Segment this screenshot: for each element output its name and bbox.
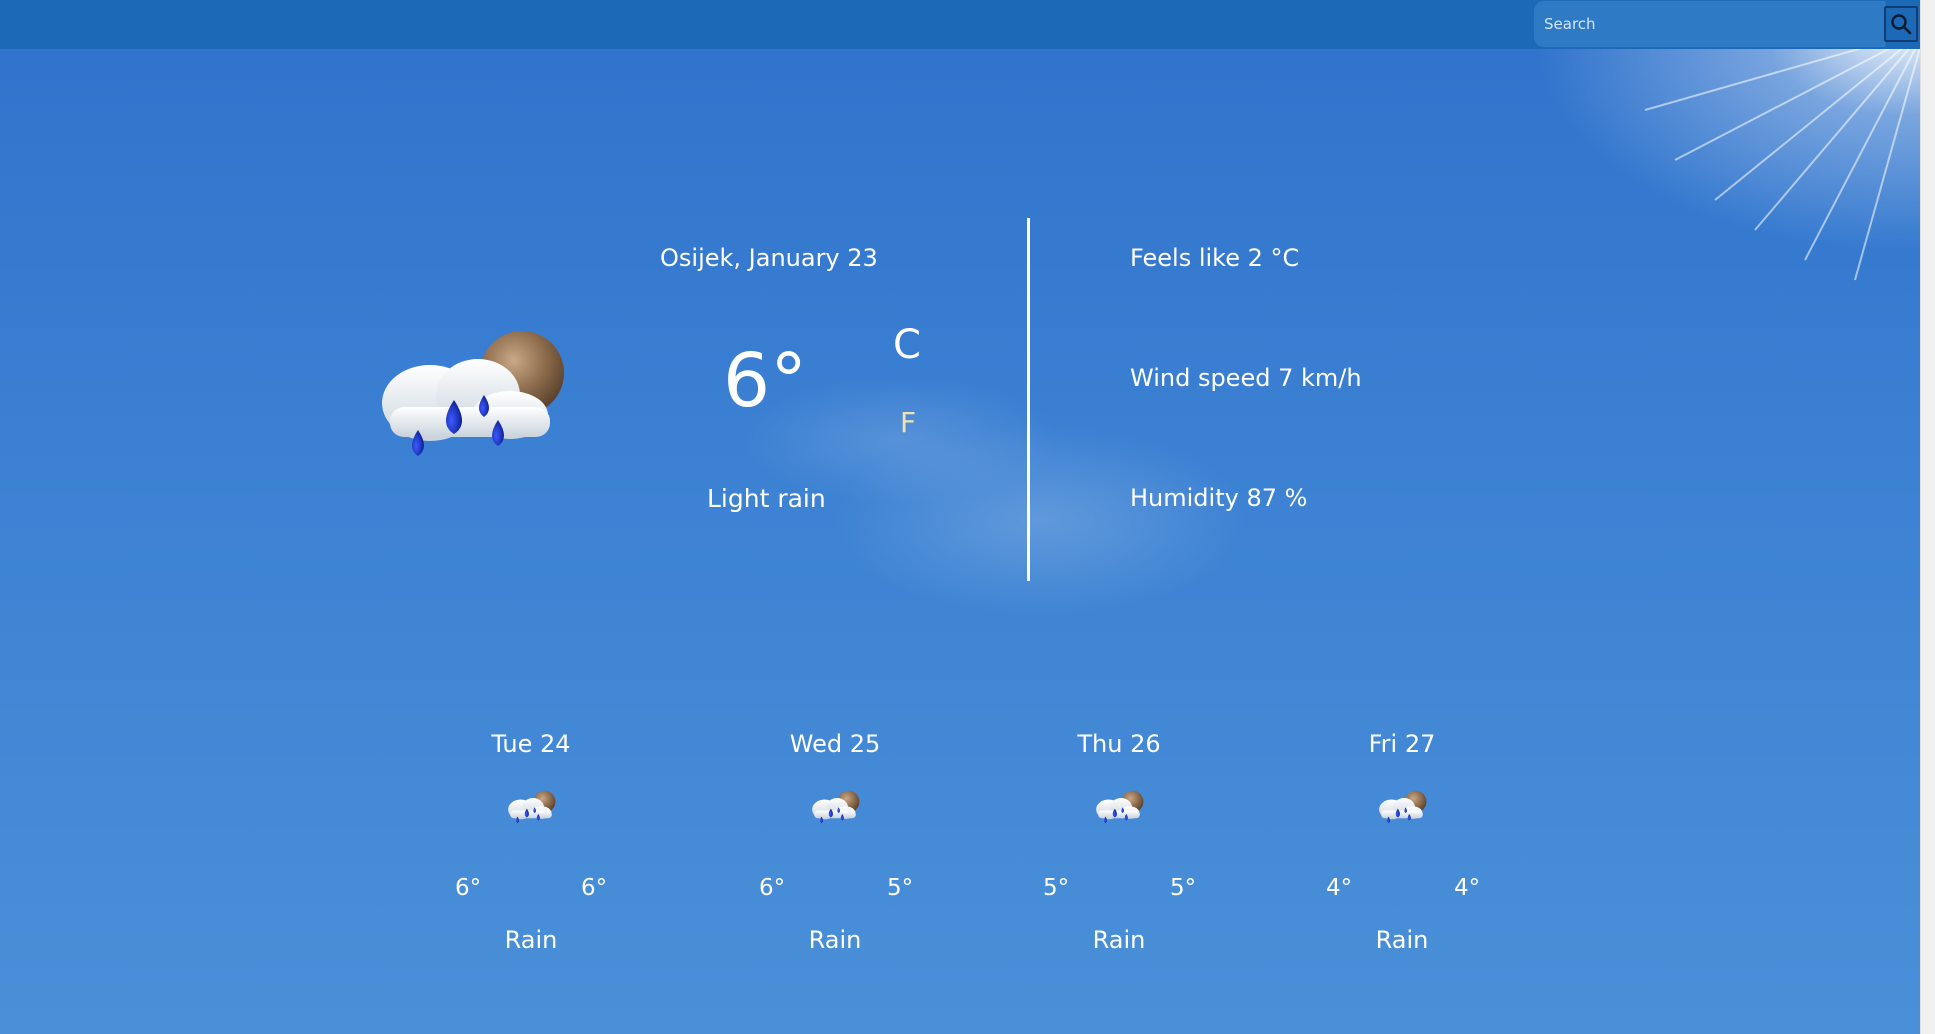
forecast-day-label: Thu 26 bbox=[1077, 730, 1161, 758]
search-input[interactable] bbox=[1534, 1, 1884, 47]
top-bar bbox=[0, 0, 1920, 49]
rain-cloud-moon-icon bbox=[1379, 790, 1427, 824]
forecast-high: 6° bbox=[455, 875, 482, 901]
current-description: Light rain bbox=[707, 484, 826, 513]
search-icon bbox=[1891, 14, 1912, 35]
current-temperature: 6° bbox=[723, 338, 808, 424]
scrollbar[interactable] bbox=[1920, 0, 1935, 1034]
rain-cloud-moon-icon bbox=[508, 790, 556, 824]
unit-fahrenheit-toggle[interactable]: F bbox=[900, 406, 916, 439]
forecast-low: 5° bbox=[887, 875, 914, 901]
forecast-description: Rain bbox=[1092, 926, 1146, 954]
forecast-day-label: Tue 24 bbox=[491, 730, 571, 758]
forecast-low: 6° bbox=[581, 875, 608, 901]
forecast-day-label: Wed 25 bbox=[789, 730, 881, 758]
feels-like: Feels like 2 °C bbox=[1130, 244, 1300, 272]
forecast-description: Rain bbox=[1375, 926, 1429, 954]
forecast-description: Rain bbox=[808, 926, 862, 954]
forecast-high: 4° bbox=[1326, 875, 1353, 901]
forecast-high: 6° bbox=[759, 875, 786, 901]
forecast-low: 5° bbox=[1170, 875, 1197, 901]
forecast-description: Rain bbox=[504, 926, 558, 954]
rain-cloud-moon-icon bbox=[382, 331, 564, 456]
location-date: Osijek, January 23 bbox=[660, 244, 878, 272]
forecast-low: 4° bbox=[1454, 875, 1481, 901]
forecast-high: 5° bbox=[1043, 875, 1070, 901]
wind-speed: Wind speed 7 km/h bbox=[1130, 364, 1362, 392]
search-box bbox=[1534, 1, 1886, 47]
unit-celsius-toggle[interactable]: C bbox=[893, 322, 921, 368]
rain-cloud-moon-icon bbox=[1096, 790, 1144, 824]
divider bbox=[1027, 218, 1030, 581]
humidity: Humidity 87 % bbox=[1130, 484, 1308, 512]
rain-cloud-moon-icon bbox=[812, 790, 860, 824]
search-button[interactable] bbox=[1884, 6, 1918, 42]
forecast-day-label: Fri 27 bbox=[1368, 730, 1436, 758]
